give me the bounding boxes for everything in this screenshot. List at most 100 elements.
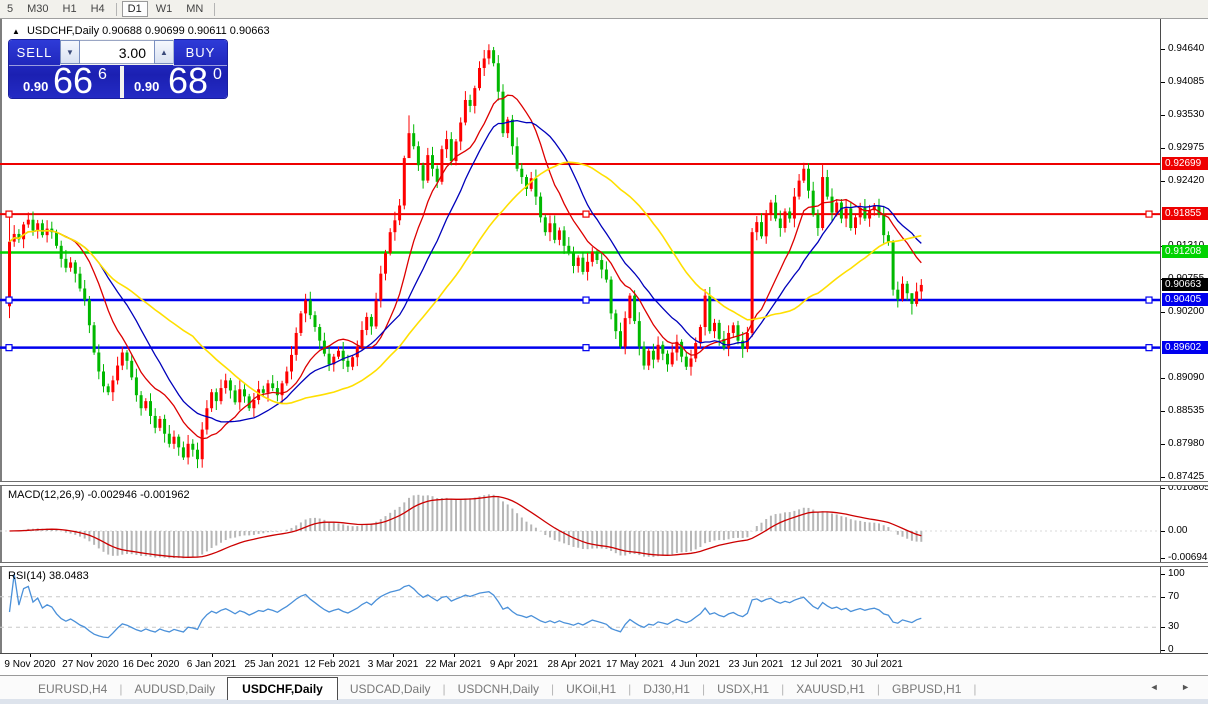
toolbar-separator — [214, 3, 215, 16]
line-anchor-handle[interactable] — [583, 211, 589, 217]
candle — [807, 163, 810, 198]
candle — [234, 385, 237, 405]
candle — [154, 408, 157, 433]
candle — [408, 115, 411, 158]
candle — [393, 212, 396, 241]
candle — [314, 311, 317, 331]
candle — [60, 241, 63, 268]
line-anchor-handle[interactable] — [583, 297, 589, 303]
price-tick-label: 0.94640 — [1168, 43, 1204, 54]
candle — [144, 398, 147, 410]
tab-pager: ◄ ► — [1150, 682, 1200, 692]
candle — [238, 380, 241, 409]
candle — [577, 255, 580, 272]
price-line-label: 0.89602 — [1162, 341, 1208, 354]
candle — [788, 207, 791, 222]
candle — [502, 84, 505, 137]
time-scale[interactable]: 9 Nov 202027 Nov 202016 Dec 20206 Jan 20… — [0, 653, 1208, 676]
price-scale[interactable]: 0.946400.940850.935300.929750.924200.913… — [1160, 19, 1208, 653]
candle — [821, 164, 824, 230]
chart-symbol-label: USDCHF,Daily — [27, 25, 99, 37]
buy-price-display[interactable]: 0.90 68 0 — [120, 66, 231, 98]
sell-price-display[interactable]: 0.90 66 6 — [9, 66, 116, 98]
timeframe-button-5[interactable]: 5 — [1, 1, 19, 17]
time-tick-label: 4 Jun 2021 — [671, 659, 721, 670]
line-anchor-handle[interactable] — [1146, 345, 1152, 351]
tabs-scroll-left-icon[interactable]: ◄ — [1150, 682, 1169, 692]
candle — [558, 227, 561, 245]
chart-tab-ukoil[interactable]: UKOil,H1 — [554, 678, 628, 699]
price-line-label: 0.91855 — [1162, 207, 1208, 220]
price-tick-mark — [1161, 181, 1165, 182]
candle — [892, 240, 895, 296]
candle — [516, 137, 519, 171]
chart-tab-dj30[interactable]: DJ30,H1 — [631, 678, 702, 699]
candle — [455, 139, 458, 165]
rsi-tick-mark — [1161, 597, 1165, 598]
candle — [135, 369, 138, 402]
line-anchor-handle[interactable] — [6, 297, 12, 303]
price-tick-mark — [1161, 148, 1165, 149]
candle — [422, 163, 425, 189]
candle — [361, 321, 364, 350]
timeframe-button-m30[interactable]: M30 — [21, 1, 54, 17]
timeframe-button-h1[interactable]: H1 — [57, 1, 83, 17]
macd-tick-label: 0.00 — [1168, 525, 1187, 536]
line-anchor-handle[interactable] — [6, 211, 12, 217]
candle — [342, 342, 345, 369]
time-tick-mark — [817, 654, 818, 657]
chart-tab-audusd[interactable]: AUDUSD,Daily — [122, 678, 227, 699]
rsi-indicator-canvas[interactable] — [0, 567, 1160, 653]
chart-tab-usdcnh[interactable]: USDCNH,Daily — [446, 678, 551, 699]
price-line-label: 0.92699 — [1162, 157, 1208, 170]
tabs-scroll-right-icon[interactable]: ► — [1181, 682, 1200, 692]
price-tick-mark — [1161, 312, 1165, 313]
ma-slow-line — [10, 162, 922, 403]
candle — [196, 443, 199, 468]
candle — [657, 336, 660, 362]
chart-tab-eurusd[interactable]: EURUSD,H4 — [26, 678, 119, 699]
time-tick-label: 9 Apr 2021 — [490, 659, 538, 670]
candle — [111, 376, 114, 401]
timeframe-button-d1[interactable]: D1 — [122, 1, 148, 17]
timeframe-button-w1[interactable]: W1 — [150, 1, 179, 17]
candle — [102, 364, 105, 392]
rsi-panel-divider[interactable] — [0, 562, 1208, 567]
candle — [69, 257, 72, 272]
candle — [309, 292, 312, 319]
candle — [173, 430, 176, 448]
timeframe-button-mn[interactable]: MN — [180, 1, 209, 17]
chart-tab-usdx[interactable]: USDX,H1 — [705, 678, 781, 699]
time-tick-mark — [151, 654, 152, 657]
collapse-triangle-icon[interactable]: ▲ — [12, 27, 20, 36]
line-anchor-handle[interactable] — [583, 345, 589, 351]
time-tick-mark — [272, 654, 273, 657]
candle — [281, 381, 284, 403]
price-tick-label: 0.93530 — [1168, 109, 1204, 120]
candle — [469, 95, 472, 113]
chart-tab-gbpusd[interactable]: GBPUSD,H1 — [880, 678, 973, 699]
line-anchor-handle[interactable] — [1146, 211, 1152, 217]
candle — [737, 321, 740, 344]
candle — [600, 253, 603, 279]
candle — [812, 182, 815, 217]
chart-tab-xauusd[interactable]: XAUUSD,H1 — [784, 678, 877, 699]
line-anchor-handle[interactable] — [1146, 297, 1152, 303]
candle — [464, 91, 467, 125]
macd-title: MACD(12,26,9) -0.002946 -0.001962 — [8, 489, 190, 501]
price-tick-mark — [1161, 378, 1165, 379]
time-tick-mark — [212, 654, 213, 657]
price-line-label: 0.91208 — [1162, 245, 1208, 258]
chart-tab-usdchf[interactable]: USDCHF,Daily — [227, 677, 338, 700]
sell-price-main: 66 — [53, 60, 93, 102]
candle — [732, 322, 735, 337]
candle — [619, 323, 622, 349]
chart-tab-usdcad[interactable]: USDCAD,Daily — [338, 678, 443, 699]
time-tick-mark — [30, 654, 31, 657]
macd-tick-mark — [1161, 558, 1165, 559]
candle — [760, 213, 763, 238]
candle — [299, 311, 302, 336]
line-anchor-handle[interactable] — [6, 345, 12, 351]
timeframe-button-h4[interactable]: H4 — [85, 1, 111, 17]
macd-panel-divider[interactable] — [0, 481, 1208, 486]
